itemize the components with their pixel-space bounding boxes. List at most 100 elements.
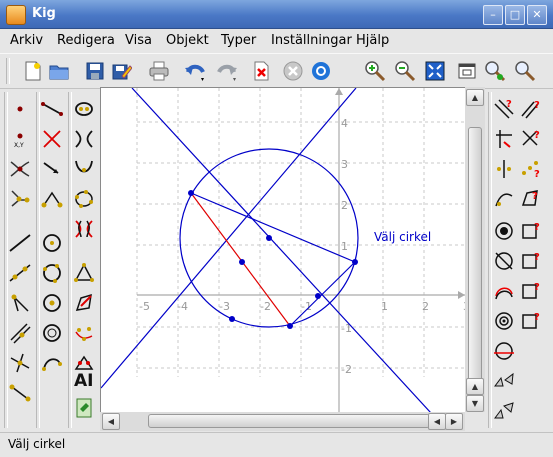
point[interactable] [229, 316, 235, 322]
new-icon[interactable] [22, 60, 44, 82]
hyperbola-icon[interactable] [73, 128, 95, 150]
close-icon[interactable]: ✕ [527, 5, 547, 25]
segment-tool-icon[interactable] [41, 98, 63, 120]
polar-intersection-icon[interactable] [9, 188, 31, 210]
line-1[interactable] [131, 88, 432, 413]
horizontal-scrollbar[interactable]: ◀ ◀ ▶ [100, 412, 465, 431]
perpendicular-test-icon[interactable] [493, 128, 515, 150]
drawing-canvas[interactable]: -5 -4 -3 -2 -1 1 2 3 4 3 2 1 -1 -2 [100, 87, 465, 413]
conic-by-five-points-icon[interactable] [73, 188, 95, 210]
delete-icon[interactable] [250, 60, 272, 82]
parallel-line-icon[interactable] [9, 322, 31, 344]
left-toolbar-grip-1[interactable] [4, 92, 8, 428]
in-polygon-test-icon[interactable]: ? [520, 188, 542, 210]
parallel-lines-test-icon[interactable]: ? [520, 98, 542, 120]
segment-blue[interactable] [289, 261, 356, 327]
parabola-icon[interactable] [73, 158, 95, 180]
concentric-circle-icon[interactable] [41, 322, 63, 344]
same-distance-test-icon[interactable]: ? [520, 250, 542, 272]
menu-typer[interactable]: Typer [221, 33, 256, 48]
ray-icon[interactable] [9, 292, 31, 314]
circle-line-intersection-icon[interactable] [493, 250, 515, 272]
circle-by-point-radius-icon[interactable] [41, 292, 63, 314]
point[interactable] [266, 235, 272, 241]
menu-objekt[interactable]: Objekt [166, 33, 209, 48]
cubic-icon[interactable] [73, 218, 95, 240]
zoom-out-icon[interactable] [394, 60, 416, 82]
circle-icon[interactable] [41, 232, 63, 254]
open-icon[interactable] [48, 60, 70, 82]
run-macro-icon[interactable] [310, 60, 332, 82]
point[interactable] [352, 259, 358, 265]
circle-center-icon[interactable] [493, 310, 515, 332]
point-icon[interactable] [9, 98, 31, 120]
menu-hjalp[interactable]: Hjälp [356, 33, 389, 48]
arc-tool-icon[interactable] [493, 280, 515, 302]
parallel-test-icon[interactable]: ? [493, 98, 515, 120]
minimize-icon[interactable]: – [483, 5, 503, 25]
menu-installningar[interactable]: Inställningar [271, 33, 352, 48]
collinear-points-test-icon[interactable]: ? [520, 158, 542, 180]
scroll-right-icon[interactable]: ▶ [445, 413, 463, 430]
redo-icon[interactable] [216, 60, 238, 82]
zoom-in-icon[interactable] [364, 60, 386, 82]
vector-equality-test-icon[interactable]: ? [520, 280, 542, 302]
point[interactable] [287, 323, 293, 329]
undo-icon[interactable] [184, 60, 206, 82]
perpendicular-line-icon[interactable] [9, 352, 31, 374]
triangle-icon[interactable] [73, 262, 95, 284]
contains-test-icon[interactable]: ? [520, 310, 542, 332]
midpoint-icon[interactable] [41, 128, 63, 150]
segment-icon[interactable] [9, 382, 31, 404]
convex-hull-icon[interactable] [73, 322, 95, 344]
line-3[interactable] [190, 192, 356, 263]
line-through-points-icon[interactable] [9, 262, 31, 284]
cancel-icon[interactable] [282, 60, 304, 82]
polygon-icon[interactable] [73, 292, 95, 314]
scroll-down-icon[interactable]: ▼ [466, 395, 484, 412]
kig-app-icon[interactable] [6, 5, 26, 25]
vector-icon[interactable] [41, 158, 63, 180]
left-toolbar-grip-2[interactable] [36, 92, 40, 428]
convex-polygon-test-icon[interactable]: ? [520, 220, 542, 242]
scroll-up-icon[interactable]: ▲ [466, 89, 484, 106]
collinear-test-icon[interactable] [493, 158, 515, 180]
right-toolbar-grip[interactable] [488, 92, 492, 428]
arc-icon[interactable] [41, 352, 63, 374]
zoom-area-icon[interactable] [484, 60, 506, 82]
zoom-icon[interactable] [514, 60, 536, 82]
intersection-icon[interactable] [9, 158, 31, 180]
toolbar-grip[interactable] [6, 58, 10, 84]
scroll-left-icon[interactable]: ◀ [102, 413, 120, 430]
save-icon[interactable] [84, 60, 106, 82]
polar-line-icon[interactable] [493, 340, 515, 362]
left-toolbar-grip-3[interactable] [68, 92, 72, 428]
scroll-right-left-icon[interactable]: ◀ [428, 413, 446, 430]
scroll-down-up-icon[interactable]: ▲ [466, 378, 484, 395]
script-icon[interactable] [73, 397, 95, 419]
fit-to-screen-icon[interactable] [424, 60, 446, 82]
compass-icon[interactable] [493, 220, 515, 242]
save-as-icon[interactable] [110, 60, 132, 82]
perpendicular-lines-test-icon[interactable]: ? [520, 128, 542, 150]
fullscreen-icon[interactable] [456, 60, 478, 82]
print-icon[interactable] [148, 60, 170, 82]
conic-icon[interactable] [73, 98, 95, 120]
circle-by-three-points-icon[interactable] [41, 262, 63, 284]
menu-arkiv[interactable]: Arkiv [10, 33, 43, 48]
mirror-icon[interactable] [493, 400, 515, 422]
vector-sum-icon[interactable] [41, 188, 63, 210]
line-icon[interactable] [9, 232, 31, 254]
horizontal-scroll-thumb[interactable] [148, 414, 430, 428]
vertical-scrollbar[interactable]: ▲ ▲ ▼ [465, 87, 485, 412]
point-by-coordinates-icon[interactable]: X,Y [9, 128, 31, 150]
text-label-icon[interactable]: AI [73, 367, 95, 389]
locus-icon[interactable] [493, 188, 515, 210]
menu-visa[interactable]: Visa [125, 33, 152, 48]
maximize-icon[interactable]: □ [505, 5, 525, 25]
point[interactable] [315, 293, 321, 299]
point[interactable] [188, 190, 194, 196]
vertical-scroll-thumb[interactable] [468, 127, 482, 381]
line-2[interactable] [101, 88, 357, 389]
menu-redigera[interactable]: Redigera [57, 33, 115, 48]
